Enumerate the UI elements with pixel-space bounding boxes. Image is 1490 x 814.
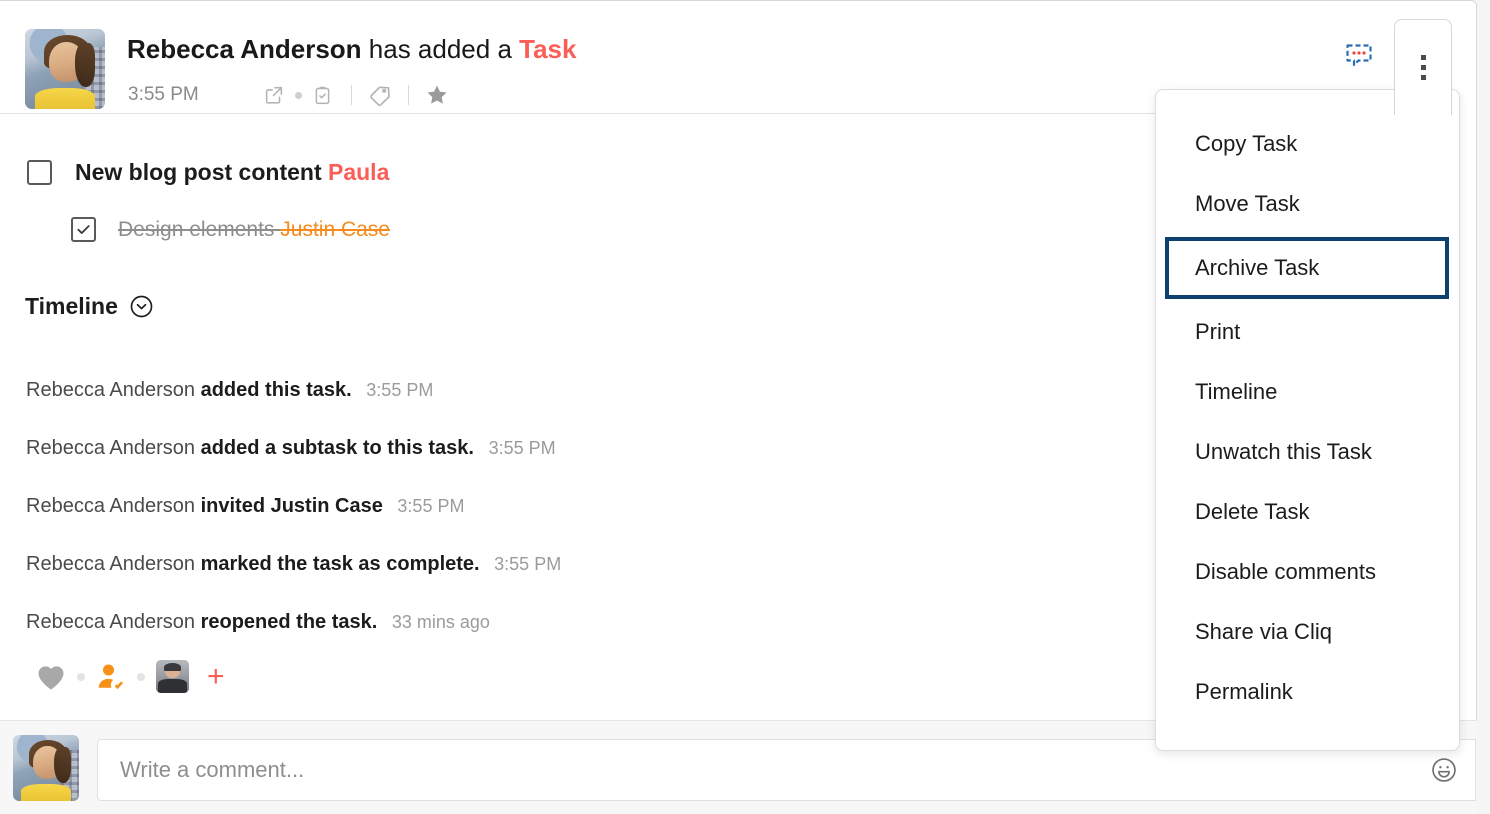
status-dot-icon	[294, 91, 302, 99]
menu-item-copy-task[interactable]: Copy Task	[1156, 114, 1459, 174]
timeline-actor: Rebecca Anderson	[26, 437, 196, 459]
task-options-menu: Copy Task Move Task Archive Task Print T…	[1155, 89, 1460, 751]
timeline-action: marked the task as complete.	[200, 553, 480, 575]
subtask-title: Design elements Justin Case	[118, 218, 390, 242]
timeline-action: reopened the task.	[200, 611, 378, 633]
clipboard-check-icon[interactable]	[310, 82, 336, 108]
timeline-header: Timeline	[25, 293, 154, 320]
menu-item-delete-task[interactable]: Delete Task	[1156, 482, 1459, 542]
timeline-entry: Rebecca Anderson invited Justin Case 3:5…	[26, 477, 1126, 535]
header-entity-type: Task	[519, 34, 577, 64]
menu-item-disable-comments[interactable]: Disable comments	[1156, 542, 1459, 602]
current-user-avatar	[13, 735, 79, 801]
subtask-title-text: Design elements	[118, 217, 275, 241]
meta-divider	[407, 85, 409, 105]
reaction-separator-dot	[137, 672, 145, 681]
menu-item-timeline[interactable]: Timeline	[1156, 362, 1459, 422]
star-icon[interactable]	[424, 82, 450, 108]
timeline-entry: Rebecca Anderson added this task. 3:55 P…	[26, 361, 1126, 419]
reaction-separator-dot	[77, 672, 85, 681]
subtask-checkbox[interactable]	[71, 217, 96, 242]
comment-input[interactable]	[98, 757, 1413, 783]
add-reaction-button[interactable]: +	[207, 661, 225, 692]
task-checkbox[interactable]	[27, 160, 52, 185]
reaction-user-avatar[interactable]	[156, 660, 189, 693]
more-options-button[interactable]	[1394, 19, 1452, 115]
header-timestamp: 3:55 PM	[128, 84, 199, 105]
timeline-actor: Rebecca Anderson	[26, 379, 196, 401]
task-title-text: New blog post content	[75, 159, 322, 185]
header-meta-row: 3:55 PM	[128, 82, 450, 108]
external-link-icon[interactable]	[261, 82, 287, 108]
timeline-timestamp: 3:55 PM	[397, 496, 465, 516]
comment-bubble-button[interactable]	[1336, 33, 1382, 77]
timeline-entry: Rebecca Anderson added a subtask to this…	[26, 419, 1126, 477]
reactions-row: +	[36, 660, 225, 693]
timeline-entry: Rebecca Anderson reopened the task. 33 m…	[26, 593, 1126, 651]
more-options-icon	[1420, 55, 1426, 80]
menu-item-permalink[interactable]: Permalink	[1156, 662, 1459, 722]
heart-icon[interactable]	[36, 663, 66, 691]
timeline-actor: Rebecca Anderson	[26, 553, 196, 575]
timeline-list: Rebecca Anderson added this task. 3:55 P…	[26, 361, 1126, 651]
timeline-timestamp: 3:55 PM	[488, 438, 556, 458]
timeline-action: added a subtask to this task.	[200, 437, 474, 459]
task-assignee[interactable]: Paula	[328, 159, 389, 185]
timeline-actor: Rebecca Anderson	[26, 611, 196, 633]
task-card: Rebecca Anderson has added a Task 3:55 P…	[0, 0, 1477, 814]
menu-item-move-task[interactable]: Move Task	[1156, 174, 1459, 234]
tag-icon[interactable]	[367, 82, 393, 108]
chevron-down-circle-icon[interactable]	[129, 294, 154, 319]
timeline-entry: Rebecca Anderson marked the task as comp…	[26, 535, 1126, 593]
timeline-timestamp: 3:55 PM	[494, 554, 562, 574]
task-detail-page: Rebecca Anderson has added a Task 3:55 P…	[0, 0, 1490, 814]
menu-item-unwatch-this-task[interactable]: Unwatch this Task	[1156, 422, 1459, 482]
subtask-row: Design elements Justin Case	[71, 217, 390, 242]
meta-divider	[350, 85, 352, 105]
header-author-name: Rebecca Anderson	[127, 34, 362, 64]
person-check-icon[interactable]	[96, 662, 126, 692]
timeline-timestamp: 33 mins ago	[391, 612, 490, 632]
timeline-actor: Rebecca Anderson	[26, 495, 196, 517]
header-divider	[0, 113, 1160, 114]
menu-item-print[interactable]: Print	[1156, 302, 1459, 362]
timeline-action: added this task.	[200, 379, 352, 401]
task-title: New blog post content Paula	[75, 159, 389, 186]
subtask-assignee[interactable]: Justin Case	[280, 218, 390, 241]
task-main-row: New blog post content Paula	[27, 159, 389, 186]
menu-item-archive-task[interactable]: Archive Task	[1165, 237, 1449, 299]
header-action-text: has added a	[361, 34, 520, 64]
timeline-timestamp: 3:55 PM	[366, 380, 434, 400]
author-avatar	[25, 29, 105, 109]
timeline-heading: Timeline	[25, 293, 118, 319]
header-title: Rebecca Anderson has added a Task	[127, 31, 576, 67]
menu-item-share-via-cliq[interactable]: Share via Cliq	[1156, 602, 1459, 662]
timeline-action: invited Justin Case	[200, 495, 383, 517]
